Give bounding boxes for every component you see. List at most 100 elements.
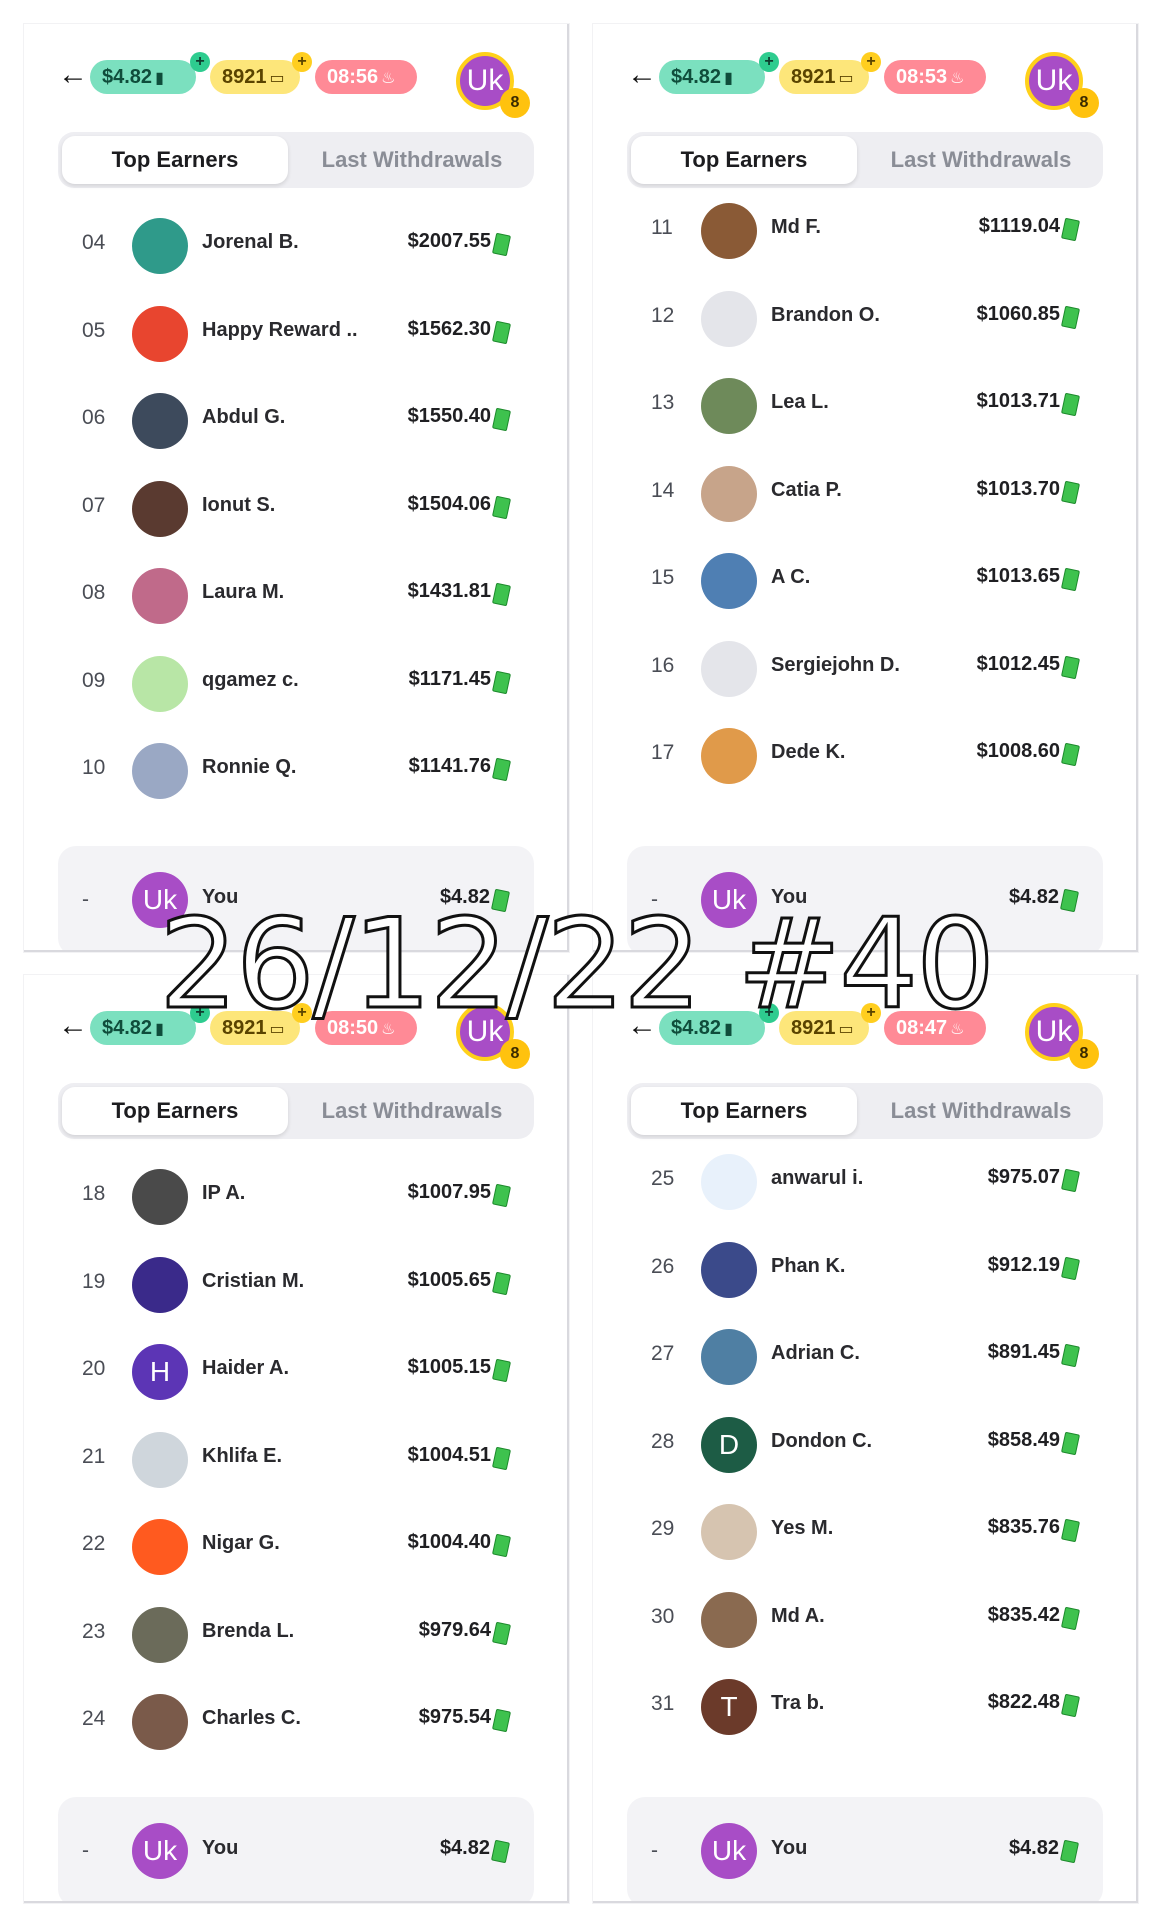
earner-name: Lea L.: [771, 391, 829, 413]
earner-rank: 30: [651, 1604, 675, 1628]
earner-rank: 10: [82, 756, 106, 779]
back-arrow-icon[interactable]: ←: [627, 60, 657, 90]
current-user-name: You: [202, 1837, 239, 1859]
earner-avatar: D: [701, 1416, 757, 1473]
earner-row[interactable]: 28 D Dondon C. $858.49: [593, 1401, 1136, 1489]
earner-row[interactable]: 20 H Haider A. $1005.15: [24, 1328, 567, 1416]
earner-row[interactable]: 29 Yes M. $835.76: [593, 1488, 1136, 1576]
cash-icon: [1060, 305, 1081, 329]
tab-top-earners[interactable]: Top Earners: [631, 1087, 857, 1135]
earner-name: Yes M.: [771, 1517, 834, 1539]
earner-row[interactable]: 17 Dede K. $1008.60: [593, 712, 1136, 800]
earner-avatar: [701, 640, 757, 697]
earner-row[interactable]: 09 qgamez c. $1171.45: [24, 640, 567, 728]
earners-list: 11 Md F. $1119.04 12 Brandon O. $1060.85…: [593, 187, 1136, 800]
tab-last-withdrawals[interactable]: Last Withdrawals: [294, 136, 530, 184]
earner-amount: $1005.15: [407, 1356, 491, 1378]
earner-row[interactable]: 08 Laura M. $1431.81: [24, 552, 567, 640]
current-user-rank: -: [651, 1839, 658, 1862]
earner-row[interactable]: 31 T Tra b. $822.48: [593, 1663, 1136, 1751]
add-tickets-plus-icon[interactable]: +: [292, 52, 312, 72]
leaderboard-tabs: Top Earners Last Withdrawals: [627, 1083, 1103, 1139]
earner-row[interactable]: 06 Abdul G. $1550.40: [24, 377, 567, 465]
earner-amount: $1562.30: [407, 317, 491, 340]
earner-row[interactable]: 21 Khlifa E. $1004.51: [24, 1416, 567, 1504]
earner-avatar: [132, 305, 188, 362]
earner-row[interactable]: 13 Lea L. $1013.71: [593, 362, 1136, 450]
cash-icon: [1060, 742, 1081, 767]
earner-row[interactable]: 12 Brandon O. $1060.85: [593, 275, 1136, 363]
cash-icon: [491, 670, 512, 694]
earner-row[interactable]: 16 Sergiejohn D. $1012.45: [593, 625, 1136, 713]
tab-top-earners[interactable]: Top Earners: [62, 1087, 288, 1135]
cash-balance-pill[interactable]: $4.82 ▮ +: [659, 52, 779, 94]
cash-balance-value: $4.82: [102, 66, 153, 88]
earner-amount: $822.48: [987, 1691, 1060, 1713]
tickets-value: 8921: [791, 66, 836, 88]
tickets-pill[interactable]: 8921 ▭ +: [210, 52, 312, 94]
add-tickets-plus-icon[interactable]: +: [861, 52, 881, 72]
earner-rank: 09: [82, 668, 106, 692]
cash-icon: [491, 1183, 512, 1208]
back-arrow-icon[interactable]: ←: [58, 60, 88, 90]
earners-list: 25 anwarul i. $975.07 26 Phan K. $912.19…: [593, 1138, 1136, 1751]
earner-amount: $1431.81: [407, 580, 491, 602]
earner-amount: $1013.65: [976, 565, 1060, 587]
earner-row[interactable]: 30 Md A. $835.42: [593, 1576, 1136, 1664]
earner-row[interactable]: 19 Cristian M. $1005.65: [24, 1241, 567, 1329]
earner-row[interactable]: 10 Ronnie Q. $1141.76: [24, 727, 567, 815]
earner-rank: 05: [82, 318, 106, 342]
earner-row[interactable]: 22 Nigar G. $1004.40: [24, 1503, 567, 1591]
leaderboard-screen: ← $4.82 ▮ + 8921 ▭ + 08:53 ♨ Uk 8 Top Earne…: [593, 24, 1138, 952]
current-user-card[interactable]: - Uk You $4.82: [627, 1797, 1103, 1901]
cash-icon: [490, 1839, 511, 1864]
earner-amount: $1004.40: [407, 1531, 491, 1553]
earner-row[interactable]: 18 IP A. $1007.95: [24, 1153, 567, 1241]
timer-pill[interactable]: 08:56 ♨: [315, 60, 417, 94]
earner-row[interactable]: 24 Charles C. $975.54: [24, 1678, 567, 1766]
earner-row[interactable]: 14 Catia P. $1013.70: [593, 450, 1136, 538]
earner-name: Ronnie Q.: [202, 756, 297, 778]
level-badge: 8: [1069, 88, 1099, 118]
leaderboard-tabs: Top Earners Last Withdrawals: [58, 132, 534, 188]
tab-last-withdrawals[interactable]: Last Withdrawals: [863, 1087, 1099, 1135]
earner-row[interactable]: 11 Md F. $1119.04: [593, 187, 1136, 275]
cash-icon: [1060, 217, 1081, 242]
earner-avatar: [701, 1329, 757, 1385]
timer-pill[interactable]: 08:53 ♨: [884, 60, 986, 94]
cash-icon: [1060, 1693, 1081, 1718]
tickets-pill[interactable]: 8921 ▭ +: [779, 52, 881, 94]
leaderboard-tabs: Top Earners Last Withdrawals: [58, 1083, 534, 1139]
earner-rank: 12: [651, 303, 675, 327]
earner-row[interactable]: 27 Adrian C. $891.45: [593, 1313, 1136, 1401]
tab-last-withdrawals[interactable]: Last Withdrawals: [294, 1087, 530, 1135]
earner-avatar: [132, 655, 188, 712]
earner-rank: 23: [82, 1619, 106, 1643]
earner-avatar: [701, 203, 757, 259]
cash-balance-pill[interactable]: $4.82 ▮ +: [90, 52, 210, 94]
current-user-card[interactable]: - Uk You $4.82: [58, 1797, 534, 1901]
earner-avatar: [132, 1169, 188, 1225]
earner-amount: $1013.71: [976, 390, 1060, 412]
add-cash-plus-icon[interactable]: +: [759, 52, 779, 72]
earner-rank: 16: [651, 653, 675, 677]
add-cash-plus-icon[interactable]: +: [190, 52, 210, 72]
earner-row[interactable]: 05 Happy Reward .. $1562.30: [24, 290, 567, 378]
earner-rank: 20: [82, 1357, 106, 1380]
earner-rank: 04: [82, 231, 106, 254]
tab-top-earners[interactable]: Top Earners: [62, 136, 288, 184]
earner-row[interactable]: 26 Phan K. $912.19: [593, 1226, 1136, 1314]
tab-top-earners[interactable]: Top Earners: [631, 136, 857, 184]
earner-row[interactable]: 04 Jorenal B. $2007.55: [24, 202, 567, 290]
earner-row[interactable]: 23 Brenda L. $979.64: [24, 1591, 567, 1679]
earner-row[interactable]: 07 Ionut S. $1504.06: [24, 465, 567, 553]
earner-amount: $1013.70: [976, 477, 1060, 500]
earner-rank: 25: [651, 1167, 675, 1190]
cash-balance-value: $4.82: [671, 66, 722, 88]
earner-rank: 31: [651, 1692, 675, 1715]
earner-avatar: [132, 1256, 188, 1313]
cash-icon: [1060, 392, 1081, 417]
earner-row[interactable]: 15 A C. $1013.65: [593, 537, 1136, 625]
earner-row[interactable]: 25 anwarul i. $975.07: [593, 1138, 1136, 1226]
tab-last-withdrawals[interactable]: Last Withdrawals: [863, 136, 1099, 184]
